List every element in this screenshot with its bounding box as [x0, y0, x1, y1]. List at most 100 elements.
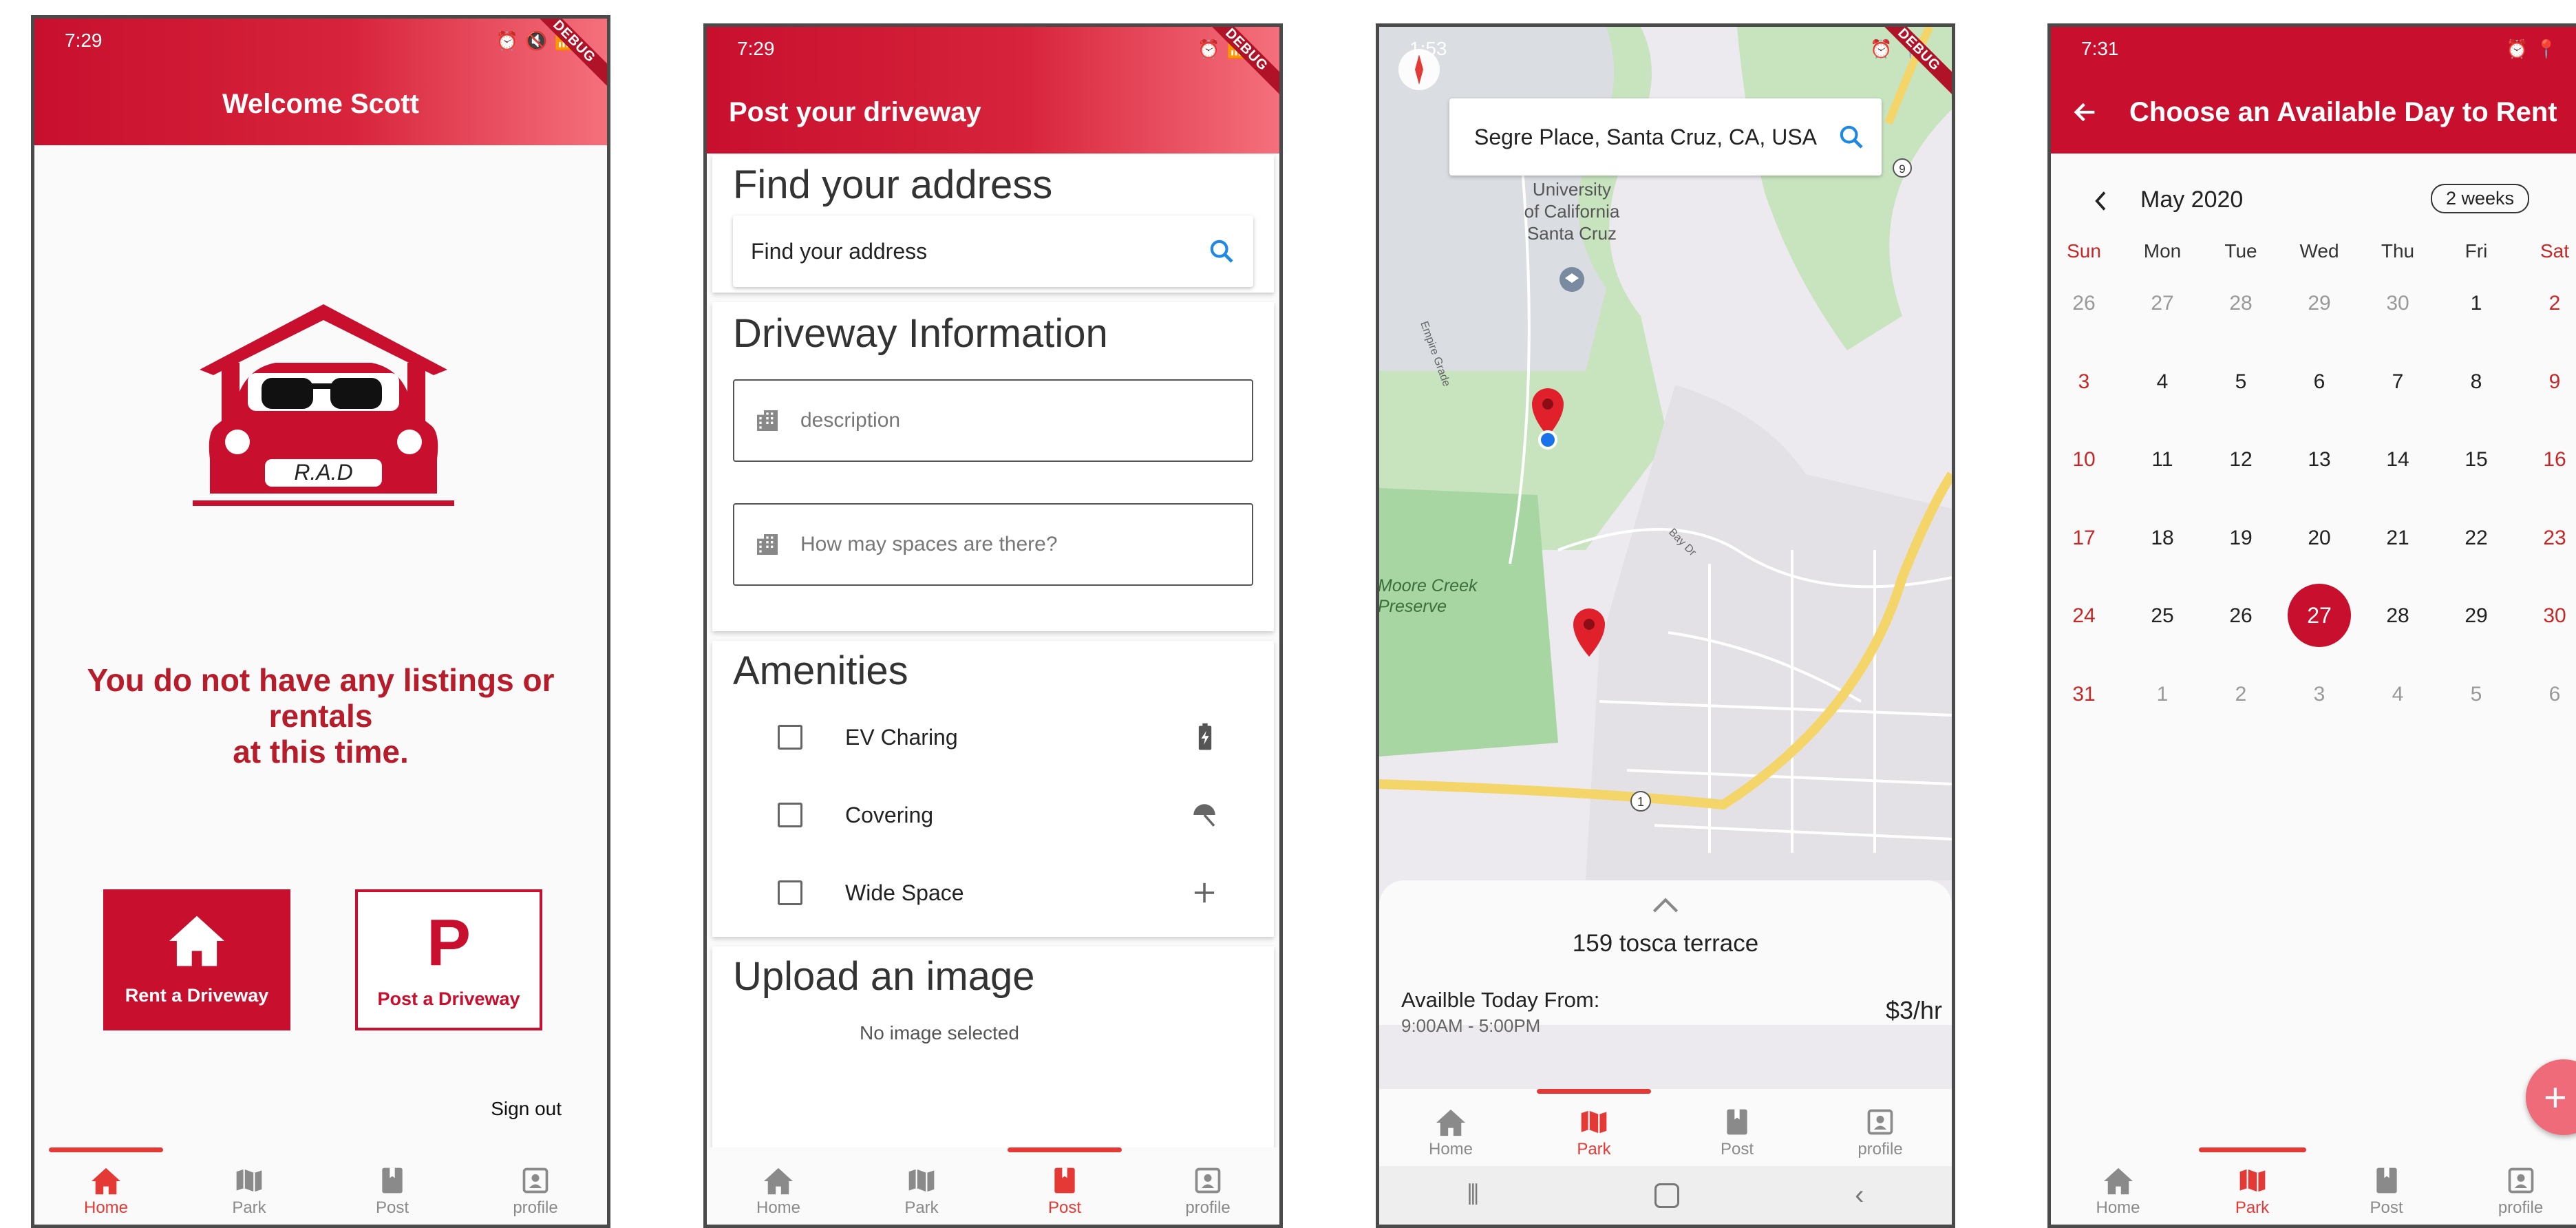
- logo-text: R.A.D: [294, 460, 352, 485]
- calendar-day[interactable]: 15: [2445, 448, 2508, 472]
- home-button-icon[interactable]: [1654, 1183, 1680, 1208]
- calendar-day[interactable]: 13: [2288, 448, 2351, 472]
- home-icon: [2102, 1163, 2135, 1196]
- rent-driveway-button[interactable]: Rent a Driveway: [103, 889, 290, 1030]
- amenity-row[interactable]: Wide Space: [712, 865, 1274, 920]
- calendar-day[interactable]: 20: [2288, 527, 2351, 550]
- calendar-day[interactable]: 4: [2131, 370, 2194, 394]
- active-tab-indicator: [48, 1147, 164, 1152]
- map-search-input[interactable]: Segre Place, Santa Cruz, CA, USA: [1474, 125, 1838, 150]
- ev-charging-checkbox[interactable]: [778, 725, 802, 750]
- covering-checkbox[interactable]: [778, 803, 802, 827]
- calendar-day[interactable]: 6: [2288, 370, 2351, 394]
- calendar-day[interactable]: 31: [2052, 683, 2116, 706]
- calendar-day[interactable]: 3: [2052, 370, 2116, 394]
- calendar-day[interactable]: 1: [2445, 292, 2508, 315]
- nav-tab-post[interactable]: Post: [993, 1147, 1136, 1225]
- nav-tab-home[interactable]: Home: [707, 1147, 850, 1225]
- status-time: 7:29: [65, 30, 103, 51]
- calendar-day[interactable]: 28: [2366, 604, 2429, 628]
- building-icon: [757, 410, 778, 431]
- calendar-day[interactable]: 10: [2052, 448, 2116, 472]
- phone-screen-home: 7:29 ⏰ 🔇 📶 Welcome Scott DEBUG R.A.D You…: [31, 15, 610, 1228]
- calendar-day[interactable]: 25: [2131, 604, 2194, 628]
- calendar-day[interactable]: 7: [2366, 370, 2429, 394]
- nav-tab-post[interactable]: Post: [321, 1147, 464, 1225]
- nav-tab-home[interactable]: Home: [1379, 1089, 1522, 1166]
- nav-tab-profile[interactable]: profile: [1136, 1147, 1279, 1225]
- calendar-day[interactable]: 18: [2131, 527, 2194, 550]
- find-address-heading: Find your address: [733, 162, 1053, 207]
- bottom-nav: Home Park Post profile: [1379, 1089, 1952, 1166]
- nav-tab-profile[interactable]: profile: [464, 1147, 607, 1225]
- calendar-day[interactable]: 2: [2209, 683, 2272, 706]
- nav-tab-home[interactable]: Home: [2051, 1147, 2185, 1225]
- calendar-day[interactable]: 11: [2131, 448, 2194, 472]
- ev-charging-icon: [1198, 723, 1212, 750]
- calendar-day[interactable]: 19: [2209, 527, 2272, 550]
- calendar-day[interactable]: 8: [2445, 370, 2508, 394]
- calendar-day[interactable]: 26: [2209, 604, 2272, 628]
- description-field[interactable]: description: [733, 379, 1253, 462]
- listing-sheet[interactable]: 159 tosca terrace Availble Today From: 9…: [1379, 880, 1952, 1036]
- calendar-day[interactable]: 30: [2366, 292, 2429, 315]
- calendar-day[interactable]: 16: [2523, 448, 2576, 472]
- nav-tab-profile[interactable]: profile: [2453, 1147, 2576, 1225]
- calendar-day[interactable]: 6: [2523, 683, 2576, 706]
- calendar-day[interactable]: 1: [2131, 683, 2194, 706]
- nav-tab-park[interactable]: Park: [178, 1147, 321, 1225]
- calendar-day[interactable]: 5: [2209, 370, 2272, 394]
- recent-apps-icon[interactable]: ⦀: [1467, 1180, 1480, 1211]
- amenity-row[interactable]: EV Charing: [712, 710, 1274, 765]
- search-icon[interactable]: [1208, 237, 1235, 265]
- find-address-input[interactable]: Find your address: [733, 215, 1253, 287]
- calendar-day[interactable]: 29: [2288, 292, 2351, 315]
- nav-tab-home[interactable]: Home: [34, 1147, 178, 1225]
- nav-tab-park[interactable]: Park: [2185, 1147, 2319, 1225]
- back-icon[interactable]: ‹: [1855, 1180, 1864, 1211]
- calendar-day[interactable]: 24: [2052, 604, 2116, 628]
- map-search-bar[interactable]: Segre Place, Santa Cruz, CA, USA: [1449, 98, 1882, 176]
- calendar-day[interactable]: 27: [2131, 292, 2194, 315]
- calendar-day[interactable]: 4: [2366, 683, 2429, 706]
- nav-tab-profile[interactable]: profile: [1809, 1089, 1952, 1166]
- nav-tab-post[interactable]: Post: [1665, 1089, 1809, 1166]
- sign-out-link[interactable]: Sign out: [491, 1098, 562, 1120]
- map-label-campus: University of California Santa Cruz: [1524, 179, 1620, 244]
- calendar-day[interactable]: 21: [2366, 527, 2429, 550]
- nav-tab-label: Home: [1428, 1140, 1473, 1158]
- calendar-day[interactable]: 22: [2445, 527, 2508, 550]
- calendar-day[interactable]: 23: [2523, 527, 2576, 550]
- current-location-icon: [1538, 430, 1557, 449]
- nav-tab-park[interactable]: Park: [1522, 1089, 1665, 1166]
- calendar-day[interactable]: 2: [2523, 292, 2576, 315]
- listing-address: 159 tosca terrace: [1572, 930, 1759, 957]
- nav-tab-label: Post: [1720, 1140, 1754, 1158]
- no-image-label: No image selected: [860, 1022, 1019, 1044]
- calendar-day[interactable]: 29: [2445, 604, 2508, 628]
- amenity-row[interactable]: Covering: [712, 787, 1274, 843]
- driveway-info-heading: Driveway Information: [733, 311, 1108, 356]
- calendar-day-selected[interactable]: 27: [2288, 584, 2351, 647]
- post-driveway-button[interactable]: P Post a Driveway: [355, 889, 542, 1030]
- active-tab-indicator: [1007, 1147, 1122, 1152]
- add-fab[interactable]: +: [2526, 1059, 2576, 1135]
- calendar-day[interactable]: 30: [2523, 604, 2576, 628]
- calendar-day[interactable]: 26: [2052, 292, 2116, 315]
- calendar-day[interactable]: 12: [2209, 448, 2272, 472]
- chevron-up-icon[interactable]: [1652, 894, 1679, 915]
- calendar-day[interactable]: 5: [2445, 683, 2508, 706]
- wide-space-checkbox[interactable]: [778, 880, 802, 905]
- calendar-day[interactable]: 3: [2288, 683, 2351, 706]
- calendar-day[interactable]: 28: [2209, 292, 2272, 315]
- calendar-day[interactable]: 17: [2052, 527, 2116, 550]
- availability-label: Availble Today From:: [1401, 988, 1600, 1012]
- search-icon[interactable]: [1838, 123, 1865, 151]
- nav-tab-post[interactable]: Post: [2319, 1147, 2453, 1225]
- spaces-field[interactable]: How may spaces are there?: [733, 503, 1253, 586]
- home-icon: [169, 915, 224, 966]
- calendar-day[interactable]: 9: [2523, 370, 2576, 394]
- calendar-day[interactable]: 14: [2366, 448, 2429, 472]
- nav-tab-park[interactable]: Park: [850, 1147, 993, 1225]
- wifi-icon: 📶: [554, 30, 577, 51]
